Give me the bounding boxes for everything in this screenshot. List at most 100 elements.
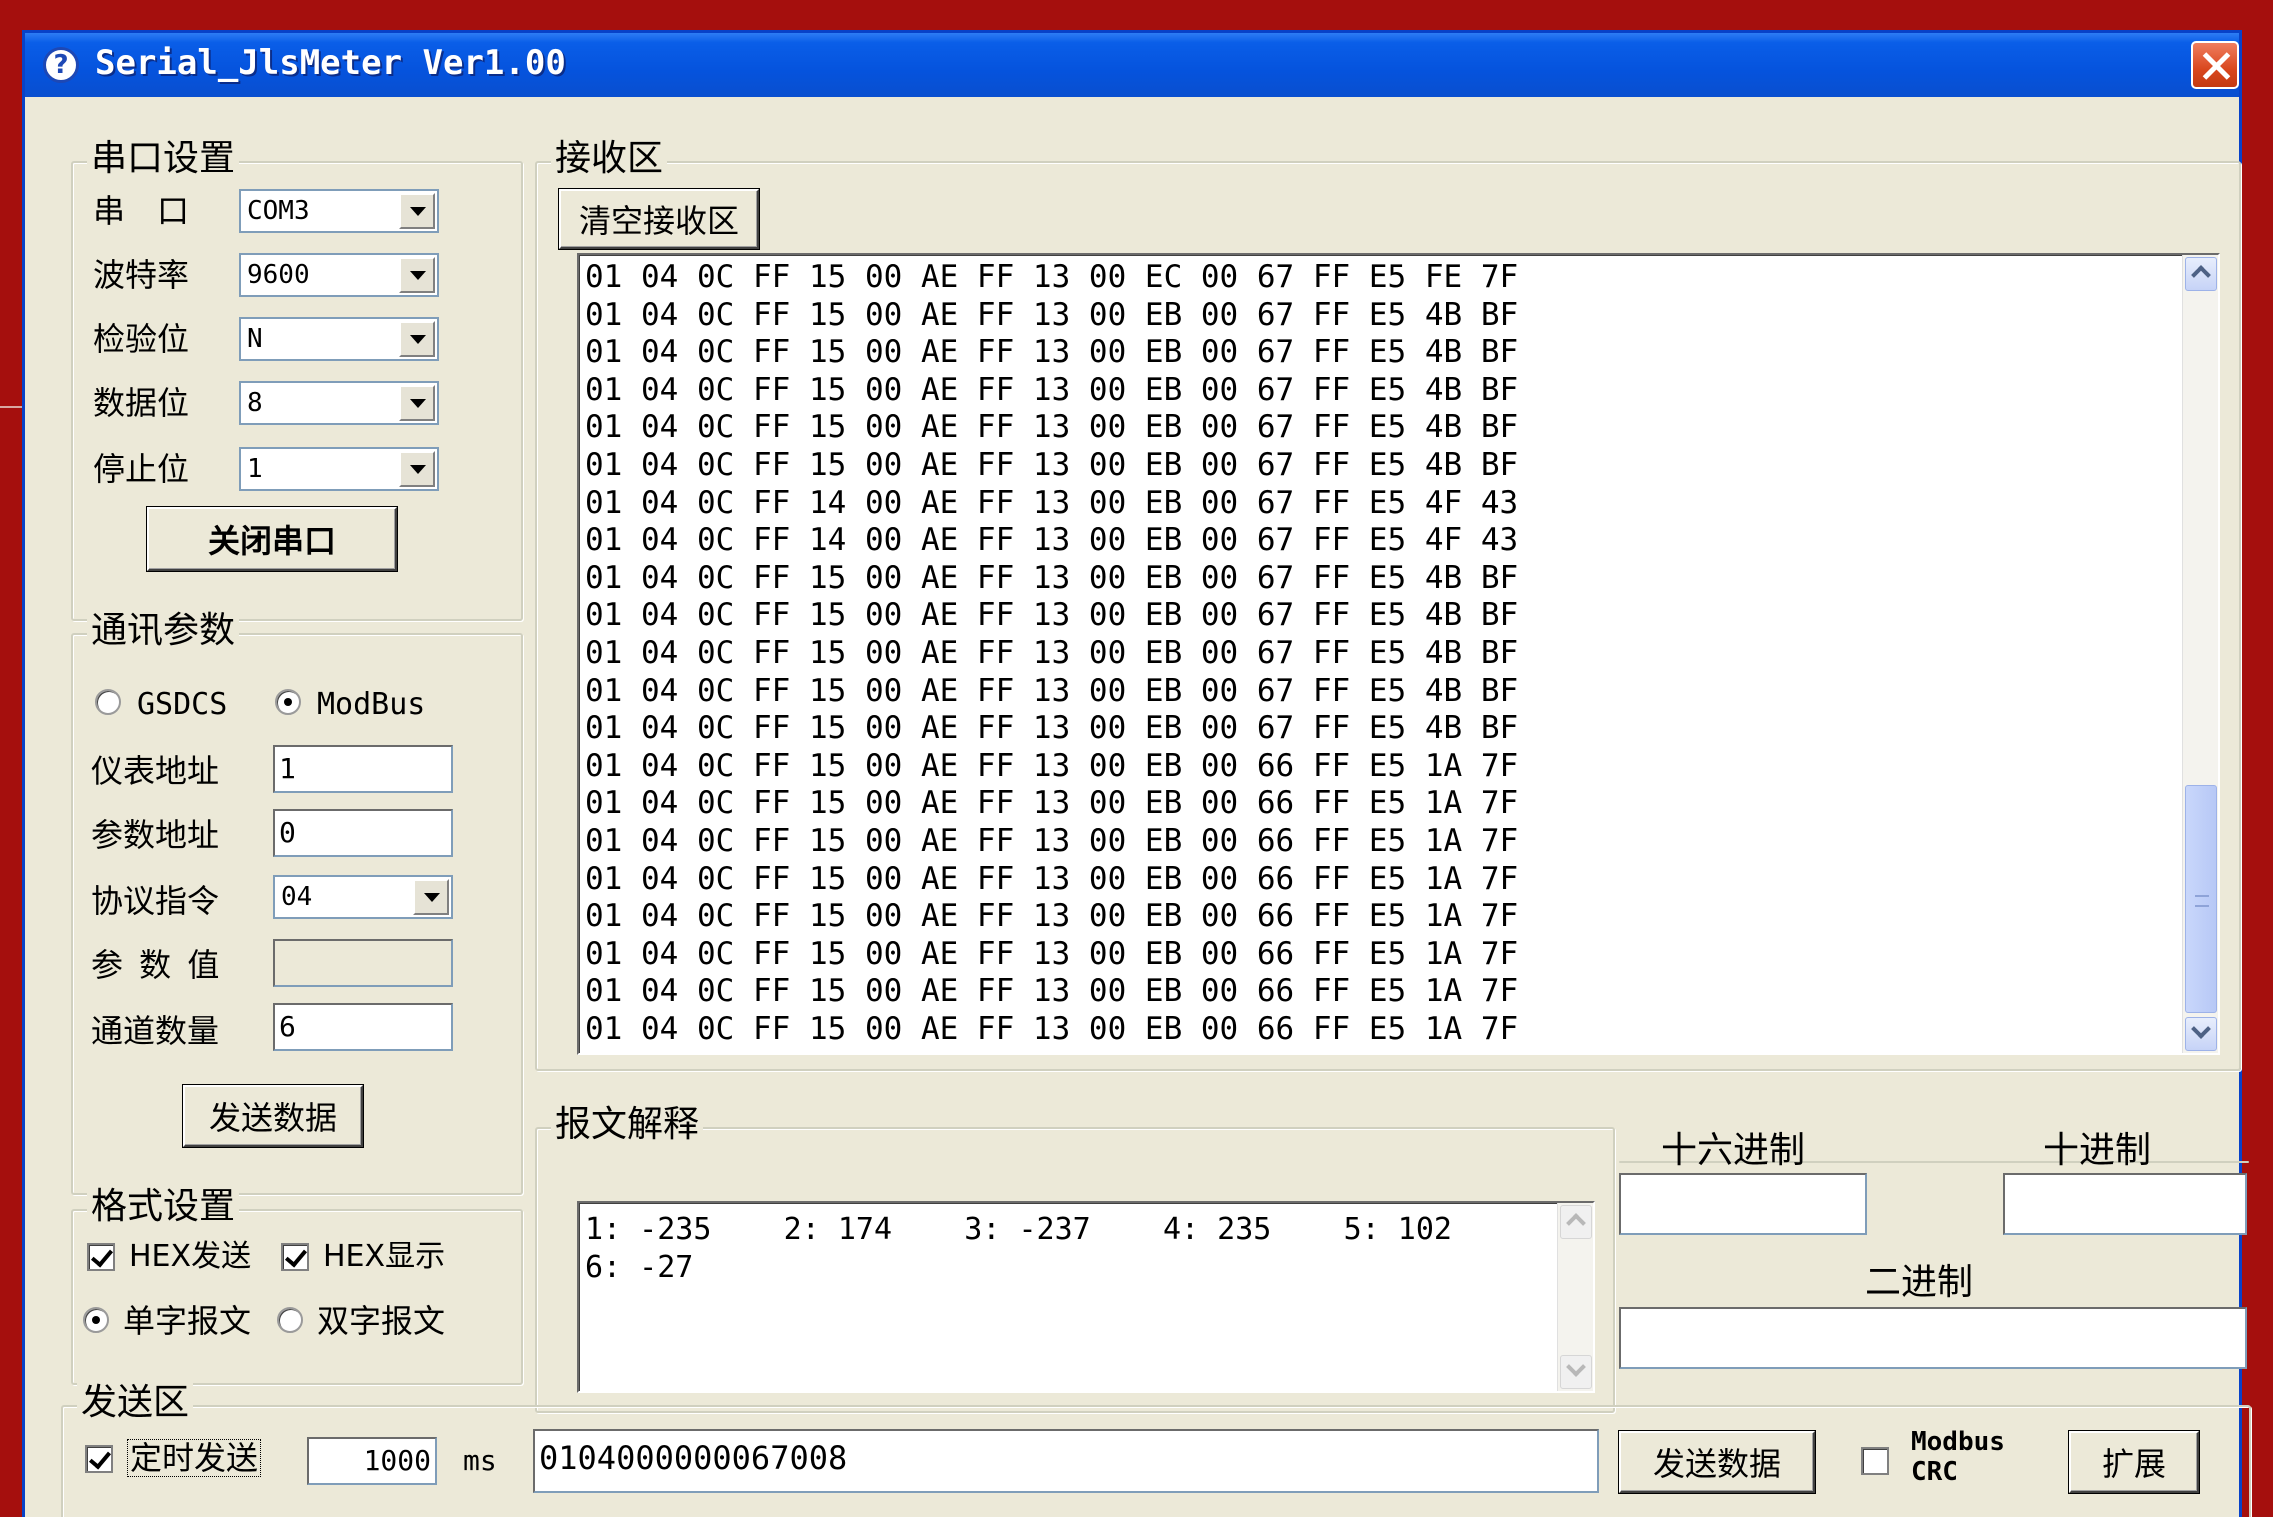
scroll-up-icon[interactable] (2185, 257, 2217, 291)
hex-send-label: HEX发送 (129, 1239, 252, 1274)
receive-line: 01 04 0C FF 15 00 AE FF 13 00 EB 00 66 F… (585, 747, 1519, 784)
meter-address-label: 仪表地址 (91, 752, 220, 790)
baud-select[interactable]: 9600 (239, 253, 439, 297)
app-window: ? Serial_JlsMeter Ver1.00 串口设置 串 口 COM3 … (22, 30, 2251, 1517)
scroll-thumb[interactable] (2185, 785, 2217, 1013)
interval-input[interactable]: 1000 (307, 1437, 437, 1485)
timed-send-label: 定时发送 (127, 1439, 262, 1477)
close-button[interactable] (2191, 41, 2239, 89)
param-value-label: 参 数 值 (91, 946, 220, 984)
param-address-input[interactable]: 0 (273, 809, 453, 857)
comm-params-label: 通讯参数 (87, 611, 240, 651)
meter-address-input[interactable]: 1 (273, 745, 453, 793)
receive-line: 01 04 0C FF 15 00 AE FF 13 00 EB 00 67 F… (585, 334, 1519, 371)
receive-line: 01 04 0C FF 14 00 AE FF 13 00 EB 00 67 F… (585, 484, 1519, 521)
receive-line: 01 04 0C FF 15 00 AE FF 13 00 EB 00 66 F… (585, 785, 1519, 822)
receive-line: 01 04 0C FF 15 00 AE FF 13 00 EB 00 67 F… (585, 371, 1519, 408)
title-bar[interactable]: ? Serial_JlsMeter Ver1.00 (25, 33, 2239, 97)
send-data-input[interactable]: 0104000000067008 (533, 1429, 1599, 1493)
double-word-radio[interactable] (277, 1307, 303, 1333)
modbus-crc-checkbox[interactable] (1861, 1447, 1889, 1475)
hex-label: 十六进制 (1661, 1130, 1806, 1171)
parity-label: 检验位 (93, 320, 190, 358)
stopbits-select[interactable]: 1 (239, 447, 439, 491)
receive-line: 01 04 0C FF 15 00 AE FF 13 00 EB 00 67 F… (585, 296, 1519, 333)
receive-line: 01 04 0C FF 15 00 AE FF 13 00 EB 00 67 F… (585, 634, 1519, 671)
scroll-up-icon[interactable] (1560, 1205, 1592, 1239)
modbus-radio[interactable] (275, 689, 301, 715)
hex-send-checkbox[interactable] (87, 1243, 115, 1271)
receive-line: 01 04 0C FF 15 00 AE FF 13 00 EB 00 66 F… (585, 973, 1519, 1010)
serial-settings-label: 串口设置 (87, 139, 240, 179)
message-label: 报文解释 (551, 1105, 704, 1145)
command-select[interactable]: 04 (273, 875, 453, 919)
bin-label: 二进制 (1865, 1262, 1974, 1303)
message-text: 1: -235 2: 174 3: -237 4: 235 5: 102 6: … (585, 1212, 1525, 1285)
timed-send-checkbox[interactable] (85, 1445, 113, 1473)
receive-line: 01 04 0C FF 15 00 AE FF 13 00 EB 00 67 F… (585, 672, 1519, 709)
receive-line: 01 04 0C FF 15 00 AE FF 13 00 EB 00 67 F… (585, 446, 1519, 483)
background-line (0, 406, 24, 408)
param-address-label: 参数地址 (91, 816, 220, 854)
parity-value: N (247, 324, 263, 354)
param-value-input (273, 939, 453, 987)
channels-input[interactable]: 6 (273, 1003, 453, 1051)
chevron-down-icon[interactable] (399, 321, 435, 357)
send-params-button[interactable]: 发送数据 (183, 1085, 363, 1147)
chevron-down-icon[interactable] (413, 879, 449, 915)
parity-select[interactable]: N (239, 317, 439, 361)
databits-label: 数据位 (93, 384, 190, 422)
help-icon[interactable]: ? (43, 47, 79, 83)
port-value: COM3 (247, 196, 310, 226)
stopbits-label: 停止位 (93, 450, 190, 488)
receive-line: 01 04 0C FF 15 00 AE FF 13 00 EB 00 66 F… (585, 898, 1519, 935)
command-value: 04 (281, 882, 313, 912)
single-word-radio[interactable] (83, 1307, 109, 1333)
databits-value: 8 (247, 388, 263, 418)
message-textarea[interactable]: 1: -235 2: 174 3: -237 4: 235 5: 102 6: … (577, 1201, 1595, 1393)
port-select[interactable]: COM3 (239, 189, 439, 233)
receive-line: 01 04 0C FF 14 00 AE FF 13 00 EB 00 67 F… (585, 522, 1519, 559)
expand-button[interactable]: 扩展 (2069, 1431, 2199, 1493)
scroll-down-icon[interactable] (1560, 1355, 1592, 1389)
double-word-label: 双字报文 (317, 1302, 446, 1340)
send-data-button[interactable]: 发送数据 (1619, 1431, 1815, 1493)
receive-textarea[interactable]: 01 04 0C FF 15 00 AE FF 13 00 EC 00 67 F… (577, 253, 2220, 1055)
format-settings-group: 格式设置 (71, 1187, 523, 1385)
chevron-down-icon[interactable] (399, 451, 435, 487)
crc-label-line1: Modbus (1911, 1427, 2005, 1457)
clear-receive-button[interactable]: 清空接收区 (559, 189, 759, 249)
receive-line: 01 04 0C FF 15 00 AE FF 13 00 EB 00 67 F… (585, 409, 1519, 446)
command-label: 协议指令 (91, 882, 220, 920)
baud-value: 9600 (247, 260, 310, 290)
receive-line: 01 04 0C FF 15 00 AE FF 13 00 EC 00 67 F… (585, 259, 1519, 295)
receive-line: 01 04 0C FF 15 00 AE FF 13 00 EB 00 66 F… (585, 1010, 1519, 1047)
dec-label: 十进制 (2043, 1130, 2152, 1171)
close-port-button[interactable]: 关闭串口 (147, 507, 397, 571)
hex-display-checkbox[interactable] (281, 1243, 309, 1271)
receive-line: 01 04 0C FF 15 00 AE FF 13 00 EB 00 66 F… (585, 860, 1519, 897)
receive-scrollbar[interactable] (2182, 255, 2218, 1053)
chevron-down-icon[interactable] (399, 257, 435, 293)
modbus-label: ModBus (317, 687, 426, 722)
scroll-down-icon[interactable] (2185, 1017, 2217, 1051)
window-title: Serial_JlsMeter Ver1.00 (95, 43, 566, 83)
port-label: 串 口 (93, 192, 190, 230)
channels-label: 通道数量 (91, 1012, 220, 1050)
chevron-down-icon[interactable] (399, 385, 435, 421)
receive-line: 01 04 0C FF 15 00 AE FF 13 00 EB 00 66 F… (585, 935, 1519, 972)
receive-line: 01 04 0C FF 15 00 AE FF 13 00 EB 00 67 F… (585, 559, 1519, 596)
bin-input[interactable] (1619, 1307, 2247, 1369)
hex-input[interactable] (1619, 1173, 1867, 1235)
receive-line: 01 04 0C FF 15 00 AE FF 13 00 EB 00 66 F… (585, 822, 1519, 859)
chevron-down-icon[interactable] (399, 193, 435, 229)
gsdcs-radio[interactable] (95, 689, 121, 715)
message-scrollbar[interactable] (1557, 1203, 1593, 1391)
dec-input[interactable] (2003, 1173, 2247, 1235)
receive-label: 接收区 (551, 139, 668, 179)
format-settings-label: 格式设置 (87, 1187, 240, 1227)
receive-line: 01 04 0C FF 15 00 AE FF 13 00 EB 00 67 F… (585, 597, 1519, 634)
receive-line: 01 04 0C FF 15 00 AE FF 13 00 EB 00 67 F… (585, 710, 1519, 747)
databits-select[interactable]: 8 (239, 381, 439, 425)
crc-label-line2: CRC (1911, 1457, 1958, 1487)
